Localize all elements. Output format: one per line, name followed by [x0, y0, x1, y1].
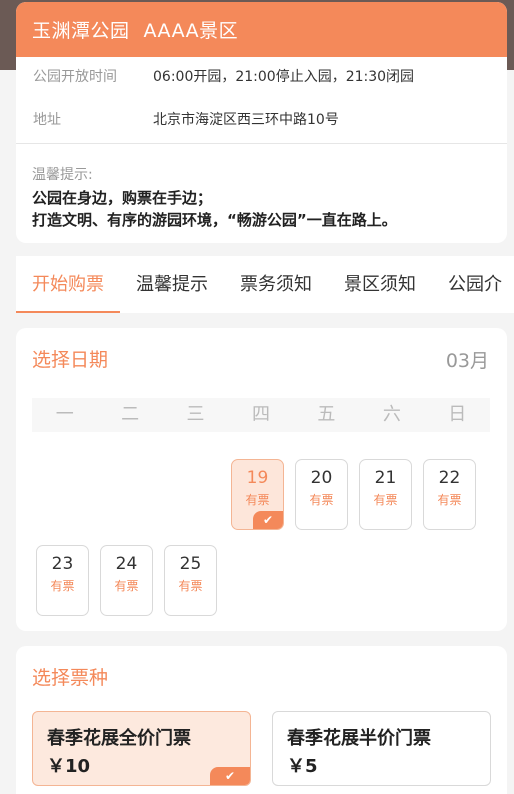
- ticket-availability: 有票: [50, 579, 75, 593]
- weekday-sun: 日: [448, 404, 467, 425]
- ticket-section-title: 选择票种: [32, 667, 109, 689]
- weekday-tue: 二: [121, 404, 140, 425]
- date-number: 22: [438, 468, 461, 488]
- tab-ticket-notice[interactable]: 票务须知: [224, 256, 328, 313]
- weekday-fri: 五: [317, 404, 336, 425]
- address-label: 地址: [33, 112, 61, 128]
- ticket-availability: 有票: [309, 493, 334, 507]
- date-number: 24: [115, 554, 138, 574]
- date-number: 19: [246, 468, 269, 488]
- weekday-mon: 一: [55, 404, 74, 425]
- ticket-option-half-price[interactable]: 春季花展半价门票 ￥5: [272, 711, 491, 786]
- date-cell-23[interactable]: 23 有票: [36, 545, 89, 616]
- date-cell-21[interactable]: 21 有票: [359, 459, 412, 530]
- date-section-title: 选择日期: [32, 349, 109, 371]
- tips-line-1: 公园在身边，购票在手边；: [32, 189, 213, 207]
- weekday-sat: 六: [382, 404, 401, 425]
- date-number: 25: [179, 554, 202, 574]
- park-info-card: 玉渊潭公园 AAAA景区 公园开放时间 06:00开园，21:00停止入园，21…: [16, 2, 507, 243]
- address-value: 北京市海淀区西三环中路10号: [153, 112, 339, 128]
- tips-line-2: 打造文明、有序的游园环境，“畅游公园”一直在路上。: [32, 211, 397, 229]
- ticket-availability: 有票: [245, 493, 270, 507]
- date-cell-22[interactable]: 22 有票: [423, 459, 476, 530]
- ticket-name: 春季花展半价门票: [287, 728, 431, 749]
- tab-scenic-notice[interactable]: 景区须知: [328, 256, 432, 313]
- checkmark-icon: ✔: [253, 511, 283, 529]
- date-cell-24[interactable]: 24 有票: [100, 545, 153, 616]
- tab-tips[interactable]: 温馨提示: [120, 256, 224, 313]
- ticket-option-full-price[interactable]: 春季花展全价门票 ￥10 ✔: [32, 711, 251, 786]
- opening-hours-value: 06:00开园，21:00停止入园，21:30闭园: [153, 69, 415, 85]
- tips-title: 温馨提示:: [32, 167, 93, 183]
- weekday-wed: 三: [186, 404, 205, 425]
- ticket-availability: 有票: [114, 579, 139, 593]
- weekday-header: 一 二 三 四 五 六 日: [32, 398, 490, 432]
- ticket-availability: 有票: [373, 493, 398, 507]
- date-picker-card: 选择日期 03月 一 二 三 四 五 六 日 19 有票 ✔ 20 有票 21 …: [16, 328, 507, 631]
- month-label: 03月: [445, 350, 489, 372]
- tips-block: 温馨提示: 公园在身边，购票在手边； 打造文明、有序的游园环境，“畅游公园”一直…: [16, 144, 507, 231]
- date-cell-19[interactable]: 19 有票 ✔: [231, 459, 284, 530]
- tab-bar: 开始购票 温馨提示 票务须知 景区须知 公园介: [16, 256, 514, 313]
- park-header: 玉渊潭公园 AAAA景区: [16, 2, 507, 57]
- address-row: 地址 北京市海淀区西三环中路10号: [16, 95, 507, 143]
- opening-hours-row: 公园开放时间 06:00开园，21:00停止入园，21:30闭园: [16, 57, 507, 95]
- date-cell-25[interactable]: 25 有票: [164, 545, 217, 616]
- park-rating: AAAA景区: [143, 20, 239, 42]
- ticket-availability: 有票: [437, 493, 462, 507]
- tab-park-intro[interactable]: 公园介: [432, 256, 514, 313]
- ticket-availability: 有票: [178, 579, 203, 593]
- park-name: 玉渊潭公园: [32, 20, 130, 42]
- date-number: 21: [374, 468, 397, 488]
- opening-hours-label: 公园开放时间: [33, 69, 117, 85]
- weekday-thu: 四: [251, 404, 270, 425]
- checkmark-icon: ✔: [210, 767, 250, 785]
- ticket-price: ￥5: [287, 756, 318, 777]
- date-number: 20: [310, 468, 333, 488]
- ticket-name: 春季花展全价门票: [47, 728, 191, 749]
- tab-buy-tickets[interactable]: 开始购票: [16, 256, 120, 313]
- ticket-type-card: 选择票种 春季花展全价门票 ￥10 ✔ 春季花展半价门票 ￥5: [16, 646, 507, 794]
- date-number: 23: [51, 554, 74, 574]
- date-cell-20[interactable]: 20 有票: [295, 459, 348, 530]
